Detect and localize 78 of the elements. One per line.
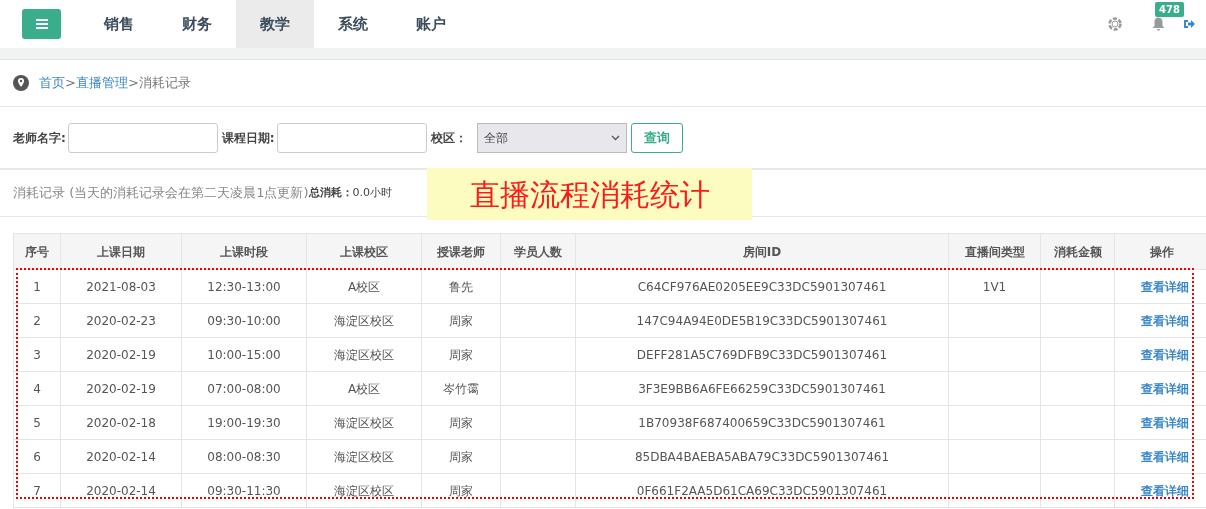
teacher-name-field[interactable] bbox=[67, 122, 218, 153]
table-cell: 2 bbox=[33, 313, 41, 328]
table-cell: 1V1 bbox=[982, 279, 1007, 294]
breadcrumb-separator: > bbox=[65, 74, 76, 93]
column-header: 上课校区 bbox=[340, 244, 388, 259]
column-header: 上课日期 bbox=[97, 244, 145, 259]
logout-icon[interactable] bbox=[1183, 18, 1195, 30]
column-header: 授课老师 bbox=[437, 244, 485, 259]
breadcrumb-link[interactable]: 首页 bbox=[39, 73, 65, 93]
table-cell: 147C94A94E0DE5B19C33DC5901307461 bbox=[636, 313, 888, 328]
breadcrumb-separator: > bbox=[127, 74, 139, 93]
column-header: 操作 bbox=[1150, 244, 1174, 259]
table-cell: 19:00-19:30 bbox=[207, 415, 281, 430]
menu-button[interactable] bbox=[22, 9, 61, 39]
table-cell: 2020-02-19 bbox=[86, 347, 156, 362]
campus-select[interactable]: 全部 bbox=[476, 122, 627, 153]
total-label: 总消耗： bbox=[308, 184, 353, 201]
table-cell: 1 bbox=[33, 279, 41, 294]
table-cell: 09:30-11:30 bbox=[207, 483, 281, 498]
table-cell: 2020-02-14 bbox=[86, 483, 156, 498]
table-cell: 08:00-08:30 bbox=[207, 449, 281, 464]
table-cell: 4 bbox=[33, 381, 41, 396]
breadcrumb-current: 消耗记录 bbox=[138, 74, 191, 93]
table-cell: 2020-02-14 bbox=[86, 449, 156, 464]
table-cell: 海淀区校区 bbox=[334, 483, 394, 498]
table-cell: A校区 bbox=[347, 381, 381, 396]
chevron-down-icon bbox=[610, 134, 620, 141]
table-cell: 周家 bbox=[449, 313, 473, 328]
table-cell: 07:00-08:00 bbox=[207, 381, 281, 396]
table-cell: DEFF281A5C769DFB9C33DC5901307461 bbox=[636, 347, 888, 362]
notification-badge: 478 bbox=[1155, 2, 1184, 17]
table-cell: 海淀区校区 bbox=[334, 347, 394, 362]
column-header: 直播间类型 bbox=[964, 244, 1025, 259]
nav-tab[interactable]: 教学 bbox=[236, 0, 314, 48]
table-cell: 12:30-13:00 bbox=[207, 279, 281, 294]
table-cell: 2020-02-23 bbox=[86, 313, 156, 328]
column-header: 学员人数 bbox=[514, 244, 562, 259]
bell-icon[interactable] bbox=[1152, 17, 1165, 31]
table-cell: 6 bbox=[33, 449, 41, 464]
location-pin-icon bbox=[13, 75, 29, 91]
column-header: 上课时段 bbox=[220, 244, 268, 259]
field-label: 校区： bbox=[430, 129, 467, 147]
field-label: 老师名字: bbox=[13, 129, 66, 147]
table-cell: A校区 bbox=[347, 279, 381, 294]
table-cell: 鲁先 bbox=[449, 279, 473, 294]
table-cell: 3F3E9BB6A6FE66259C33DC5901307461 bbox=[638, 381, 886, 396]
table-cell: 海淀区校区 bbox=[334, 449, 394, 464]
table-cell: C64CF976AE0205EE9C33DC5901307461 bbox=[637, 279, 887, 294]
table-cell: 周家 bbox=[449, 347, 473, 362]
annotation-label: 直播流程消耗统计 bbox=[427, 168, 752, 220]
total-value: 0.0小时 bbox=[352, 184, 393, 201]
table-cell: 85DBA4BAEBA5ABA79C33DC5901307461 bbox=[634, 449, 890, 464]
course-date-field[interactable] bbox=[276, 122, 427, 153]
table-cell: 周家 bbox=[449, 415, 473, 430]
lifebuoy-icon[interactable] bbox=[1108, 17, 1122, 31]
table-cell: 7 bbox=[33, 483, 41, 498]
table-cell: 5 bbox=[33, 415, 41, 430]
table-cell: 09:30-10:00 bbox=[207, 313, 281, 328]
table-cell: 海淀区校区 bbox=[334, 313, 394, 328]
breadcrumb-link[interactable]: 直播管理 bbox=[75, 73, 128, 93]
table-cell: 3 bbox=[33, 347, 41, 362]
table-cell: 岑竹霭 bbox=[443, 381, 479, 396]
table-cell: 1B70938F687400659C33DC5901307461 bbox=[638, 415, 886, 430]
table-cell: 0F661F2AA5D61CA69C33DC5901307461 bbox=[636, 483, 888, 498]
field-label: 课程日期: bbox=[221, 129, 275, 147]
table-cell: 2021-08-03 bbox=[86, 279, 156, 294]
search-button[interactable]: 查询 bbox=[630, 122, 683, 153]
table-cell: 海淀区校区 bbox=[334, 415, 394, 430]
table-cell: 周家 bbox=[449, 449, 473, 464]
column-header: 房间ID bbox=[742, 244, 782, 259]
records-note: 消耗记录 (当天的消耗记录会在第二天凌晨1点更新) bbox=[13, 184, 309, 203]
column-header: 消耗金额 bbox=[1053, 244, 1102, 259]
menu-icon bbox=[35, 19, 48, 29]
column-header: 序号 bbox=[25, 244, 49, 259]
table-cell: 周家 bbox=[449, 483, 473, 498]
table-cell: 2020-02-18 bbox=[86, 415, 156, 430]
table-cell: 10:00-15:00 bbox=[207, 347, 281, 362]
table-cell: 2020-02-19 bbox=[86, 381, 156, 396]
